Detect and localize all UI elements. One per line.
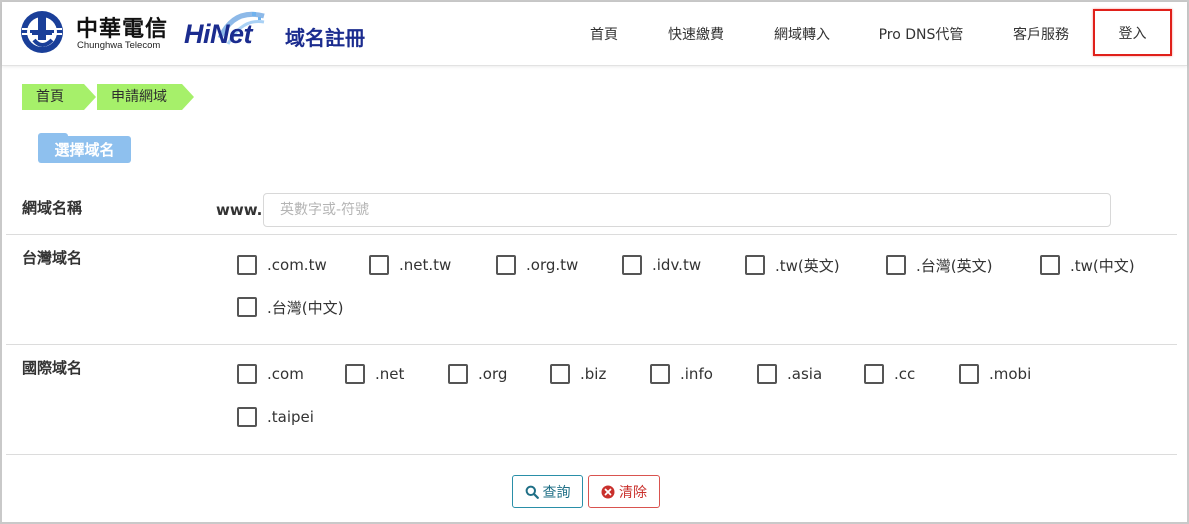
times-circle-icon [601,485,615,498]
intl-option-asia[interactable]: .asia [757,364,822,384]
option-label: .com [267,365,304,383]
option-label: .org.tw [526,256,579,274]
tw-domains-label: 台灣域名 [22,249,83,267]
search-icon [525,485,539,499]
intl-option-info[interactable]: .info [650,364,713,384]
checkbox[interactable] [448,364,468,384]
nav-quick-pay[interactable]: 快速繳費 [660,2,732,66]
option-label: .cc [894,365,916,383]
domain-name-input[interactable] [263,193,1111,227]
tw-option-taiwan-english[interactable]: .台灣(英文) [886,255,992,275]
option-label: .com.tw [267,256,327,274]
breadcrumb-home[interactable]: 首頁 [22,84,96,110]
query-button[interactable]: 查詢 [512,475,583,508]
tw-option-com-tw[interactable]: .com.tw [237,255,327,275]
checkbox[interactable] [237,364,257,384]
intl-option-net[interactable]: .net [345,364,404,384]
tw-option-tw-chinese[interactable]: .tw(中文) [1040,255,1135,275]
checkbox[interactable] [1040,255,1060,275]
clear-button[interactable]: 清除 [588,475,660,508]
section-title: 選擇域名 [38,133,131,163]
option-label: .biz [580,365,607,383]
chunghwa-telecom-logo-icon [21,11,63,53]
intl-option-org[interactable]: .org [448,364,507,384]
option-label: .tw(中文) [1070,256,1135,275]
option-label: .asia [787,365,823,383]
checkbox[interactable] [237,255,257,275]
intl-option-mobi[interactable]: .mobi [959,364,1031,384]
hinet-logo-subtitle: 域名註冊 [285,26,365,50]
page-frame: 中華電信 Chunghwa Telecom HiNet 域名註冊 首頁 快速繳費… [0,0,1189,524]
option-label: .tw(英文) [775,256,840,275]
query-button-label: 查詢 [542,484,571,501]
intl-option-taipei[interactable]: .taipei [237,407,314,427]
option-label: .taipei [267,408,314,426]
tw-option-taiwan-chinese[interactable]: .台灣(中文) [237,297,343,317]
tw-option-org-tw[interactable]: .org.tw [496,255,578,275]
tw-option-idv-tw[interactable]: .idv.tw [622,255,701,275]
nav-login[interactable]: 登入 [1093,9,1172,56]
option-label: .org [478,365,508,383]
hinet-domain-logo[interactable]: HiNet 域名註冊 [184,8,384,58]
intl-domains-label: 國際域名 [22,359,83,377]
nav-home[interactable]: 首頁 [576,2,632,66]
checkbox[interactable] [550,364,570,384]
checkbox[interactable] [237,297,257,317]
option-label: .台灣(英文) [916,256,993,275]
nav-pro-dns[interactable]: Pro DNS代管 [870,2,972,66]
divider [6,454,1177,455]
checkbox[interactable] [622,255,642,275]
nav-domain-transfer[interactable]: 網域轉入 [766,2,838,66]
www-prefix: www. [216,201,263,219]
brand-name-cn: 中華電信 [76,17,169,42]
checkbox[interactable] [496,255,516,275]
domain-name-label: 網域名稱 [22,199,83,217]
divider [6,234,1177,235]
checkbox[interactable] [959,364,979,384]
site-header: 中華電信 Chunghwa Telecom HiNet 域名註冊 首頁 快速繳費… [2,2,1187,66]
option-label: .info [680,365,713,383]
option-label: .net [375,365,405,383]
option-label: .mobi [989,365,1032,383]
tw-option-net-tw[interactable]: .net.tw [369,255,451,275]
checkbox[interactable] [650,364,670,384]
checkbox[interactable] [369,255,389,275]
intl-option-com[interactable]: .com [237,364,304,384]
clear-button-label: 清除 [619,484,647,501]
tw-option-tw-english[interactable]: .tw(英文) [745,255,840,275]
checkbox[interactable] [345,364,365,384]
nav-customer-service[interactable]: 客戶服務 [1004,2,1078,66]
option-label: .net.tw [399,256,452,274]
option-label: .台灣(中文) [267,298,344,317]
intl-option-biz[interactable]: .biz [550,364,606,384]
chunghwa-telecom-logo[interactable]: 中華電信 Chunghwa Telecom [20,10,180,56]
checkbox[interactable] [757,364,777,384]
checkbox[interactable] [886,255,906,275]
checkbox[interactable] [864,364,884,384]
option-label: .idv.tw [652,256,702,274]
divider [6,344,1177,345]
checkbox[interactable] [745,255,765,275]
hinet-logo-text: HiNet [184,19,253,49]
brand-name-en: Chunghwa Telecom [77,40,161,51]
intl-option-cc[interactable]: .cc [864,364,915,384]
checkbox[interactable] [237,407,257,427]
breadcrumb-apply-domain[interactable]: 申請網域 [97,84,194,110]
